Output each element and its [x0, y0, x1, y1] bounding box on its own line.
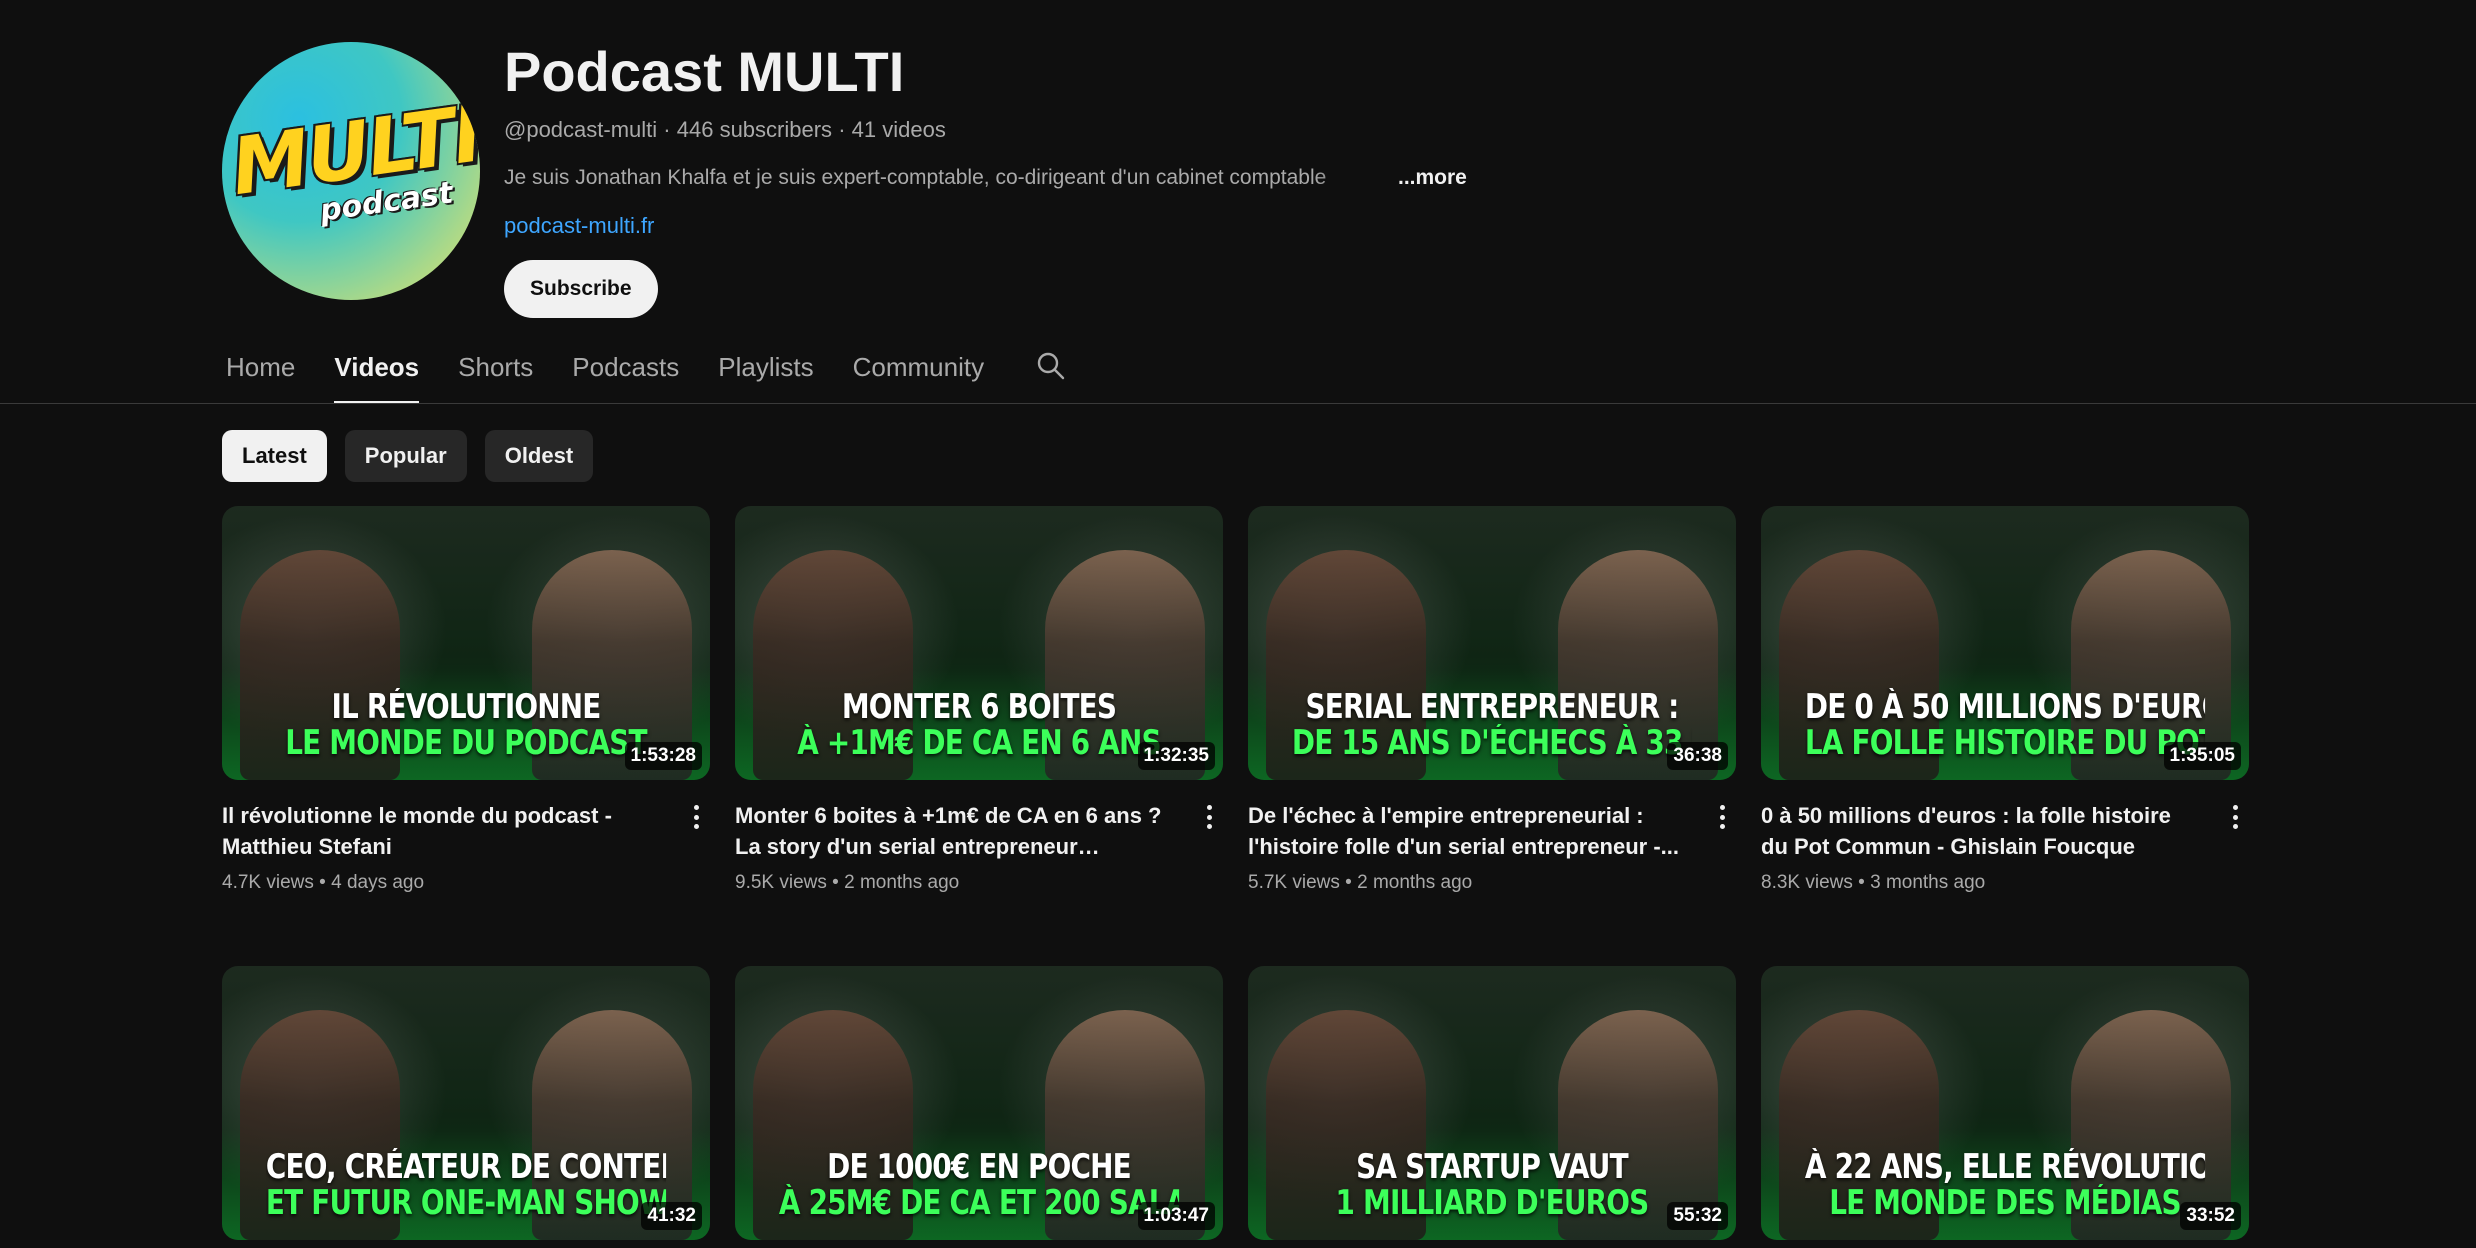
video-card: À 22 ANS, ELLE RÉVOLUTIONNE LE MONDE DES… [1761, 966, 2249, 1240]
meta-separator: · [663, 117, 677, 142]
meta-dot: • [1858, 872, 1871, 893]
video-thumbnail[interactable]: DE 0 À 50 MILLIONS D'EUROS : LA FOLLE HI… [1761, 506, 2249, 780]
thumbnail-caption-bottom: LA FOLLE HISTOIRE DU POT COMMUN [1804, 724, 2205, 762]
upload-age: 4 days ago [331, 872, 425, 893]
channel-header: MULTI podcast Podcast MULTI @podcast-mul… [222, 38, 2022, 318]
video-title[interactable]: De l'échec à l'empire entrepreneurial : … [1248, 800, 1688, 862]
video-title[interactable]: 0 à 50 millions d'euros : la folle histo… [1761, 800, 2201, 862]
view-count: 9.5K views [735, 872, 827, 893]
duration-badge: 1:35:05 [2163, 742, 2241, 770]
search-icon-glyph [1037, 352, 1065, 380]
channel-website-link[interactable]: podcast-multi.fr [504, 212, 1467, 240]
duration-badge: 1:32:35 [1137, 742, 1215, 770]
thumbnail-caption-top: IL RÉVOLUTIONNE [331, 688, 601, 726]
thumbnail-caption-bottom: 1 MILLIARD D'EUROS [1335, 1184, 1650, 1222]
video-meta: 4.7K views • 4 days ago [222, 870, 662, 896]
subscriber-count: 446 subscribers [676, 117, 833, 142]
video-thumbnail[interactable]: DE 1000€ EN POCHE À 25M€ DE CA ET 200 SA… [735, 966, 1223, 1240]
channel-title: Podcast MULTI [504, 40, 905, 103]
description-text: Je suis Jonathan Khalfa et je suis exper… [504, 166, 1327, 189]
channel-info: Podcast MULTI @podcast-multi · 446 subsc… [504, 38, 1467, 318]
video-title[interactable]: Il révolutionne le monde du podcast - Ma… [222, 800, 662, 862]
channel-avatar[interactable]: MULTI podcast [222, 42, 480, 300]
video-count: 41 videos [851, 117, 946, 142]
video-card: CEO, CRÉATEUR DE CONTENU ET FUTUR ONE-MA… [222, 966, 710, 1240]
video-card: DE 0 À 50 MILLIONS D'EUROS : LA FOLLE HI… [1761, 506, 2249, 896]
meta-separator: · [838, 117, 852, 142]
video-thumbnail[interactable]: SERIAL ENTREPRENEUR : DE 15 ANS D'ÉCHECS… [1248, 506, 1736, 780]
chip-latest[interactable]: Latest [222, 430, 327, 482]
sort-chips: Latest Popular Oldest [222, 430, 611, 482]
video-thumbnail[interactable]: CEO, CRÉATEUR DE CONTENU ET FUTUR ONE-MA… [222, 966, 710, 1240]
channel-tabs: Home Videos Shorts Podcasts Playlists Co… [226, 340, 1075, 404]
upload-age: 3 months ago [1870, 872, 1986, 893]
duration-badge: 1:53:28 [624, 742, 702, 770]
video-title[interactable]: Monter 6 boites à +1m€ de CA en 6 ans ? … [735, 800, 1175, 862]
thumbnail-caption-top: MONTER 6 BOITES [841, 688, 1117, 726]
duration-badge: 1:03:47 [1137, 1202, 1215, 1230]
upload-age: 2 months ago [1357, 872, 1473, 893]
meta-dot: • [319, 872, 332, 893]
tab-shorts[interactable]: Shorts [458, 340, 533, 404]
video-details: 0 à 50 millions d'euros : la folle histo… [1761, 780, 2249, 896]
video-thumbnail[interactable]: À 22 ANS, ELLE RÉVOLUTIONNE LE MONDE DES… [1761, 966, 2249, 1240]
more-actions-icon[interactable] [1712, 802, 1732, 832]
tabs-divider [0, 403, 2476, 404]
duration-badge: 55:32 [1667, 1202, 1728, 1230]
meta-dot: • [1345, 872, 1358, 893]
video-thumbnail[interactable]: IL RÉVOLUTIONNE LE MONDE DU PODCAST 1:53… [222, 506, 710, 780]
tab-podcasts[interactable]: Podcasts [572, 340, 679, 404]
channel-description[interactable]: Je suis Jonathan Khalfa et je suis exper… [504, 164, 1467, 192]
thumbnail-caption-bottom: À +1M€ DE CA EN 6 ANS [797, 724, 1161, 762]
more-actions-icon[interactable] [686, 802, 706, 832]
upload-age: 2 months ago [844, 872, 960, 893]
thumbnail-caption-top: SA STARTUP VAUT [1356, 1148, 1628, 1186]
duration-badge: 33:52 [2180, 1202, 2241, 1230]
thumbnail-caption-top: CEO, CRÉATEUR DE CONTENU [265, 1148, 667, 1186]
video-details: De l'échec à l'empire entrepreneurial : … [1248, 780, 1736, 896]
view-count: 8.3K views [1761, 872, 1853, 893]
view-count: 5.7K views [1248, 872, 1340, 893]
subscribe-button[interactable]: Subscribe [504, 260, 658, 318]
duration-badge: 36:38 [1667, 742, 1728, 770]
video-thumbnail[interactable]: SA STARTUP VAUT 1 MILLIARD D'EUROS 55:32 [1248, 966, 1736, 1240]
thumbnail-caption-top: DE 1000€ EN POCHE [827, 1148, 1132, 1186]
tab-videos[interactable]: Videos [334, 340, 419, 404]
view-count: 4.7K views [222, 872, 314, 893]
thumbnail-caption-top: À 22 ANS, ELLE RÉVOLUTIONNE [1804, 1148, 2205, 1186]
meta-dot: • [832, 872, 845, 893]
video-details: Monter 6 boites à +1m€ de CA en 6 ans ? … [735, 780, 1223, 896]
video-meta: 9.5K views • 2 months ago [735, 870, 1175, 896]
search-icon[interactable] [1035, 340, 1075, 388]
video-meta: 8.3K views • 3 months ago [1761, 870, 2201, 896]
more-actions-icon[interactable] [2225, 802, 2245, 832]
thumbnail-caption-bottom: À 25M€ DE CA ET 200 SALARIÉS [778, 1184, 1179, 1222]
video-card: DE 1000€ EN POCHE À 25M€ DE CA ET 200 SA… [735, 966, 1223, 1240]
thumbnail-caption-bottom: LE MONDE DES MÉDIAS [1829, 1184, 2181, 1222]
video-thumbnail[interactable]: MONTER 6 BOITES À +1M€ DE CA EN 6 ANS 1:… [735, 506, 1223, 780]
video-card: MONTER 6 BOITES À +1M€ DE CA EN 6 ANS 1:… [735, 506, 1223, 896]
thumbnail-caption-bottom: DE 15 ANS D'ÉCHECS À 33 BOITES [1291, 724, 1692, 762]
tab-community[interactable]: Community [853, 340, 984, 404]
tab-home[interactable]: Home [226, 340, 295, 404]
chip-popular[interactable]: Popular [344, 430, 467, 482]
video-details: Il révolutionne le monde du podcast - Ma… [222, 780, 710, 896]
thumbnail-caption-top: DE 0 À 50 MILLIONS D'EUROS : [1804, 688, 2205, 726]
more-button[interactable]: ...more [1398, 164, 1467, 192]
chip-oldest[interactable]: Oldest [484, 430, 594, 482]
video-meta: 5.7K views • 2 months ago [1248, 870, 1688, 896]
more-actions-icon[interactable] [1199, 802, 1219, 832]
channel-meta: @podcast-multi · 446 subscribers · 41 vi… [504, 116, 1467, 144]
thumbnail-caption-bottom: LE MONDE DU PODCAST [285, 724, 647, 762]
channel-handle: @podcast-multi [504, 117, 658, 142]
duration-badge: 41:32 [641, 1202, 702, 1230]
video-card: SA STARTUP VAUT 1 MILLIARD D'EUROS 55:32 [1248, 966, 1736, 1240]
channel-logo: MULTI podcast [226, 89, 480, 248]
thumbnail-caption-bottom: ET FUTUR ONE-MAN SHOW [265, 1184, 667, 1222]
thumbnail-caption-top: SERIAL ENTREPRENEUR : [1305, 688, 1680, 726]
video-card: SERIAL ENTREPRENEUR : DE 15 ANS D'ÉCHECS… [1248, 506, 1736, 896]
tab-playlists[interactable]: Playlists [718, 340, 813, 404]
video-card: IL RÉVOLUTIONNE LE MONDE DU PODCAST 1:53… [222, 506, 710, 896]
